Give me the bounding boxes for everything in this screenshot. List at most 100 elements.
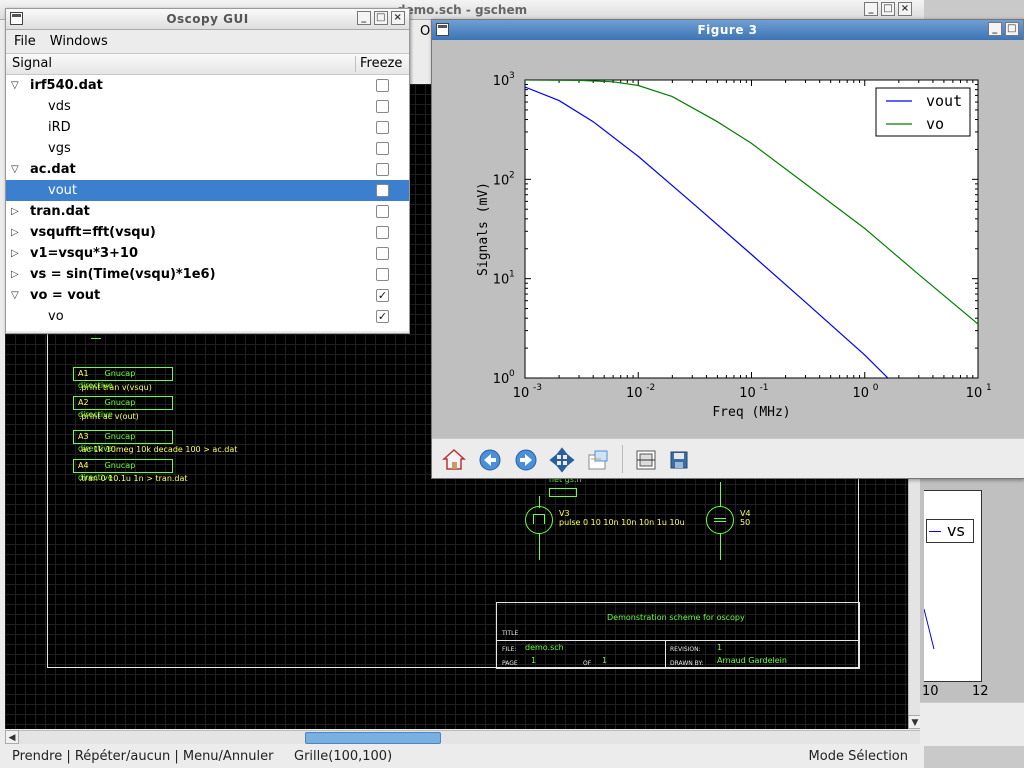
expander-open-icon[interactable]: ▽ (11, 159, 23, 180)
scroll-left-arrow-icon[interactable]: ◀ (5, 730, 19, 744)
of-label: OF (583, 660, 592, 667)
signal-tree-row[interactable]: vgs (6, 138, 409, 159)
signal-tree-row[interactable]: ▷ tran.dat (6, 201, 409, 222)
forward-icon (515, 449, 537, 471)
freeze-checkbox[interactable]: ✓ (376, 310, 389, 323)
forward-button[interactable] (513, 447, 539, 473)
maximize-button[interactable]: □ (1005, 22, 1019, 36)
freeze-checkbox[interactable] (376, 121, 389, 134)
x-tick-exponent: -1 (760, 383, 769, 393)
freeze-checkbox[interactable] (376, 184, 389, 197)
directive-a2[interactable]: A2 Gnucap directive (73, 396, 173, 419)
v4-ref: V4 (740, 509, 751, 518)
signal-tree[interactable]: ▽ irf540.dat vds iRD vgs ▽ ac.dat vout ▷ tran.dat… (6, 75, 409, 331)
figure-window: Figure 3 _ □ 10 -3 10 -2 10 -1 10 0 10 1 10 0 10 1 10 2… (431, 19, 1024, 479)
directive-a4[interactable]: A4 Gnucap directive (73, 459, 173, 482)
save-button[interactable] (666, 447, 692, 473)
drawn-label: DRAWN BY: (670, 660, 704, 667)
signal-tree-row[interactable]: ▷ vsqufft=fft(vsqu) (6, 222, 409, 243)
figure-canvas[interactable]: 10 -3 10 -2 10 -1 10 0 10 1 10 0 10 1 10 2 10 3 Freq (MHz)… (432, 40, 1024, 438)
status-grid: Grille(100,100) (294, 749, 393, 764)
y-tick-exponent: 0 (509, 369, 515, 379)
signal-tree-row[interactable]: ▽ ac.dat (6, 159, 409, 180)
x-tick-exponent: 1 (986, 383, 992, 393)
home-icon (442, 448, 466, 470)
oscopy-title: Oscopy GUI (166, 12, 249, 26)
expander-closed-icon[interactable]: ▷ (11, 222, 23, 243)
of-value: 1 (602, 656, 608, 665)
close-button[interactable]: × (898, 2, 912, 16)
second-plot-window[interactable]: vs 10 12 (920, 470, 1024, 746)
directive-a1[interactable]: A1 Gnucap directive (73, 367, 173, 390)
close-button[interactable]: × (391, 11, 405, 25)
window-menu-icon[interactable] (10, 12, 23, 25)
signal-tree-row[interactable]: vo ✓ (6, 306, 409, 327)
freeze-checkbox[interactable] (376, 247, 389, 260)
freeze-checkbox[interactable]: ✓ (376, 289, 389, 302)
expander-closed-icon[interactable]: ▷ (11, 243, 23, 264)
horizontal-scroll-thumb[interactable] (305, 732, 441, 744)
oscopy-titlebar[interactable]: Oscopy GUI _ □ × (6, 9, 409, 30)
back-button[interactable] (477, 447, 503, 473)
frequency-chart[interactable]: 10 -3 10 -2 10 -1 10 0 10 110 010 110 210 3Freq (MHz)… (432, 40, 1024, 438)
column-header-signal[interactable]: Signal (12, 54, 52, 74)
expander-open-icon[interactable]: ▽ (11, 75, 23, 96)
freeze-checkbox[interactable] (376, 205, 389, 218)
x-tick-label: 10 (966, 386, 983, 401)
revision-value: 1 (717, 643, 723, 652)
freeze-checkbox[interactable] (376, 142, 389, 155)
expander-closed-icon[interactable]: ▷ (11, 201, 23, 222)
directive-a3[interactable]: A3 Gnucap directive (73, 430, 173, 453)
home-button[interactable] (441, 447, 467, 473)
net-flag (549, 488, 577, 497)
legend-entry: vo (926, 115, 944, 133)
minimize-button[interactable]: _ (357, 11, 371, 25)
subplots-icon (636, 450, 656, 470)
maximize-button[interactable]: □ (374, 11, 388, 25)
column-header-freeze[interactable]: Freeze (360, 54, 402, 74)
signal-tree-row[interactable]: ▽ irf540.dat (6, 75, 409, 96)
directive-text: .ac 1k 10meg 10k decade 100 > ac.dat (79, 445, 238, 454)
v4-wire-top (720, 482, 721, 506)
signal-tree-row[interactable]: iRD (6, 117, 409, 138)
status-bar: Prendre | Répéter/aucun | Menu/Annuler G… (0, 745, 924, 768)
y-tick-label: 10 (493, 173, 510, 188)
signal-tree-row[interactable]: ▷ vs = sin(Time(vsqu)*1e6) (6, 264, 409, 285)
signal-tree-row[interactable]: ▷ v1=vsqu*3+10 (6, 243, 409, 264)
title-block-vdivider (665, 640, 666, 669)
freeze-checkbox[interactable] (376, 226, 389, 239)
x-tick-label: 10 (739, 386, 756, 401)
expander-open-icon[interactable]: ▽ (11, 285, 23, 306)
window-menu-icon[interactable] (436, 23, 449, 36)
figure-titlebar[interactable]: Figure 3 _ □ (432, 20, 1023, 40)
minimize-button[interactable]: _ (864, 2, 878, 16)
freeze-checkbox[interactable] (376, 100, 389, 113)
horizontal-scrollbar[interactable]: ◀ (5, 730, 922, 744)
freeze-checkbox[interactable] (376, 268, 389, 281)
oscopy-window: Oscopy GUI _ □ × File Windows Signal Fre… (5, 8, 410, 334)
zoom-button[interactable] (585, 447, 611, 473)
directive-ref: A3 (78, 432, 89, 441)
freeze-checkbox[interactable] (376, 163, 389, 176)
status-mode: Mode Sélection (808, 749, 908, 764)
signal-tree-row[interactable]: vds (6, 96, 409, 117)
maximize-button[interactable]: □ (881, 2, 895, 16)
y-tick-exponent: 3 (509, 71, 515, 81)
gschem-menu-partial[interactable]: O (420, 24, 430, 39)
menu-windows[interactable]: Windows (50, 30, 108, 53)
signal-tree-row[interactable]: ▽ vo = vout ✓ (6, 285, 409, 306)
figure-title: Figure 3 (697, 23, 758, 37)
second-plot-area: vs (924, 490, 982, 682)
signal-label: vsqufft=fft(vsqu) (30, 225, 156, 240)
menu-file[interactable]: File (14, 30, 36, 53)
subplots-button[interactable] (633, 447, 659, 473)
signal-tree-row[interactable]: vout (6, 180, 409, 201)
minimize-button[interactable]: _ (988, 22, 1002, 36)
pan-button[interactable] (549, 447, 575, 473)
v4-value: 50 (740, 518, 751, 527)
column-separator (355, 56, 356, 72)
x-tick-exponent: -2 (646, 383, 655, 393)
expander-closed-icon[interactable]: ▷ (11, 264, 23, 285)
freeze-checkbox[interactable] (376, 79, 389, 92)
signal-label: vo (48, 309, 64, 324)
